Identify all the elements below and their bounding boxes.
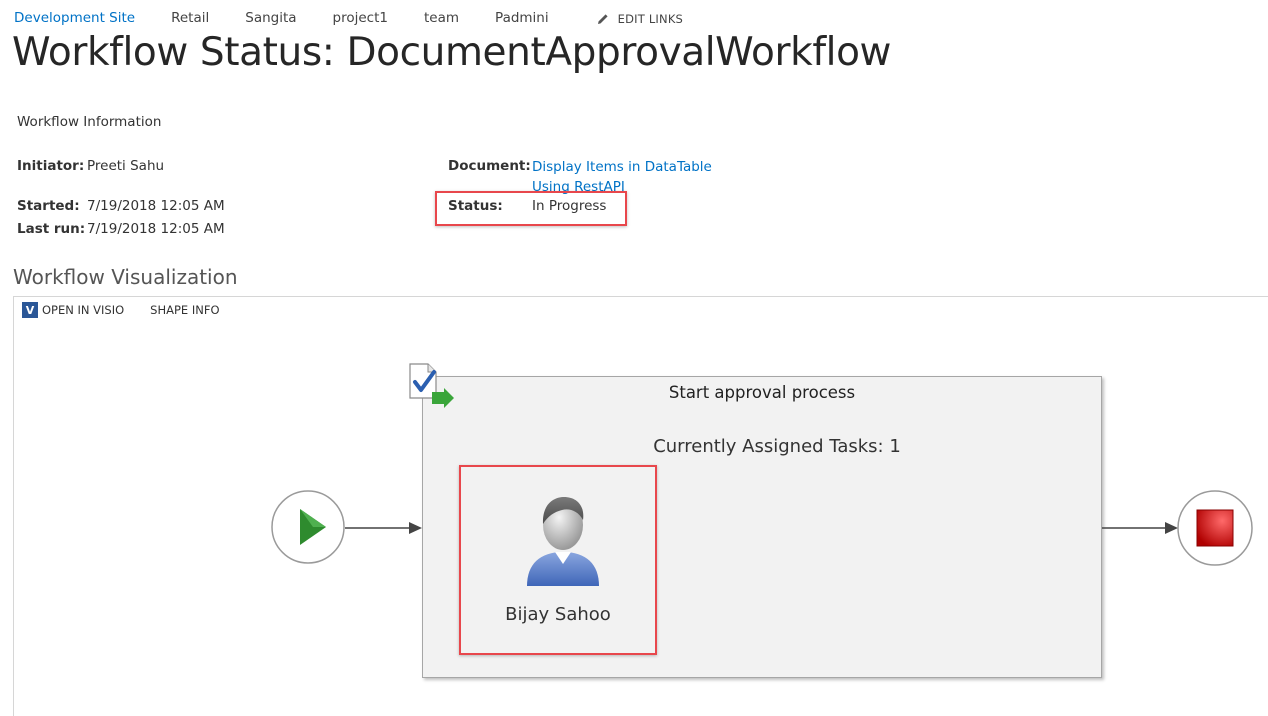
assignee-name[interactable]: Bijay Sahoo	[462, 604, 654, 625]
stage-title: Start approval process	[668, 383, 856, 402]
user-avatar-icon	[527, 497, 599, 586]
initiator-value: Preeti Sahu	[87, 158, 165, 174]
nav-link-project1[interactable]: project1	[333, 10, 388, 26]
visualization-toolbar: V OPEN IN VISIO SHAPE INFO	[22, 302, 246, 318]
stop-icon	[1177, 490, 1253, 566]
top-navigation: Development Site Retail Sangita project1…	[14, 8, 683, 28]
last-run-value: 7/19/2018 12:05 AM	[87, 221, 225, 237]
edit-links-label: EDIT LINKS	[617, 12, 684, 26]
visio-icon: V	[22, 302, 38, 318]
nav-link-team[interactable]: team	[424, 10, 459, 26]
start-play-icon	[271, 490, 345, 564]
workflow-information-label: Workflow Information	[17, 114, 162, 130]
arrow-icon	[345, 522, 422, 534]
pencil-icon	[597, 14, 608, 24]
open-in-visio-label: OPEN IN VISIO	[42, 303, 125, 317]
started-value: 7/19/2018 12:05 AM	[87, 198, 225, 214]
document-label: Document:	[448, 158, 531, 174]
last-run-label: Last run:	[17, 221, 86, 237]
initiator-label: Initiator:	[17, 158, 85, 174]
nav-link-sangita[interactable]: Sangita	[245, 10, 296, 26]
nav-link-padmini[interactable]: Padmini	[495, 10, 549, 26]
edit-links-button[interactable]: EDIT LINKS	[597, 12, 683, 26]
shape-info-button[interactable]: SHAPE INFO	[150, 303, 219, 317]
page-title: Workflow Status: DocumentApprovalWorkflo…	[12, 30, 892, 75]
nav-link-development-site[interactable]: Development Site	[14, 10, 135, 26]
nav-link-retail[interactable]: Retail	[171, 10, 209, 26]
assigned-tasks-label: Currently Assigned Tasks: 1	[653, 436, 901, 457]
status-label: Status:	[448, 198, 507, 214]
arrow-icon	[1102, 522, 1178, 534]
task-document-icon	[409, 363, 454, 408]
status-value: In Progress	[532, 198, 607, 214]
started-label: Started:	[17, 198, 80, 214]
workflow-visualization-heading: Workflow Visualization	[13, 265, 238, 289]
open-in-visio-button[interactable]: V OPEN IN VISIO	[22, 302, 124, 318]
